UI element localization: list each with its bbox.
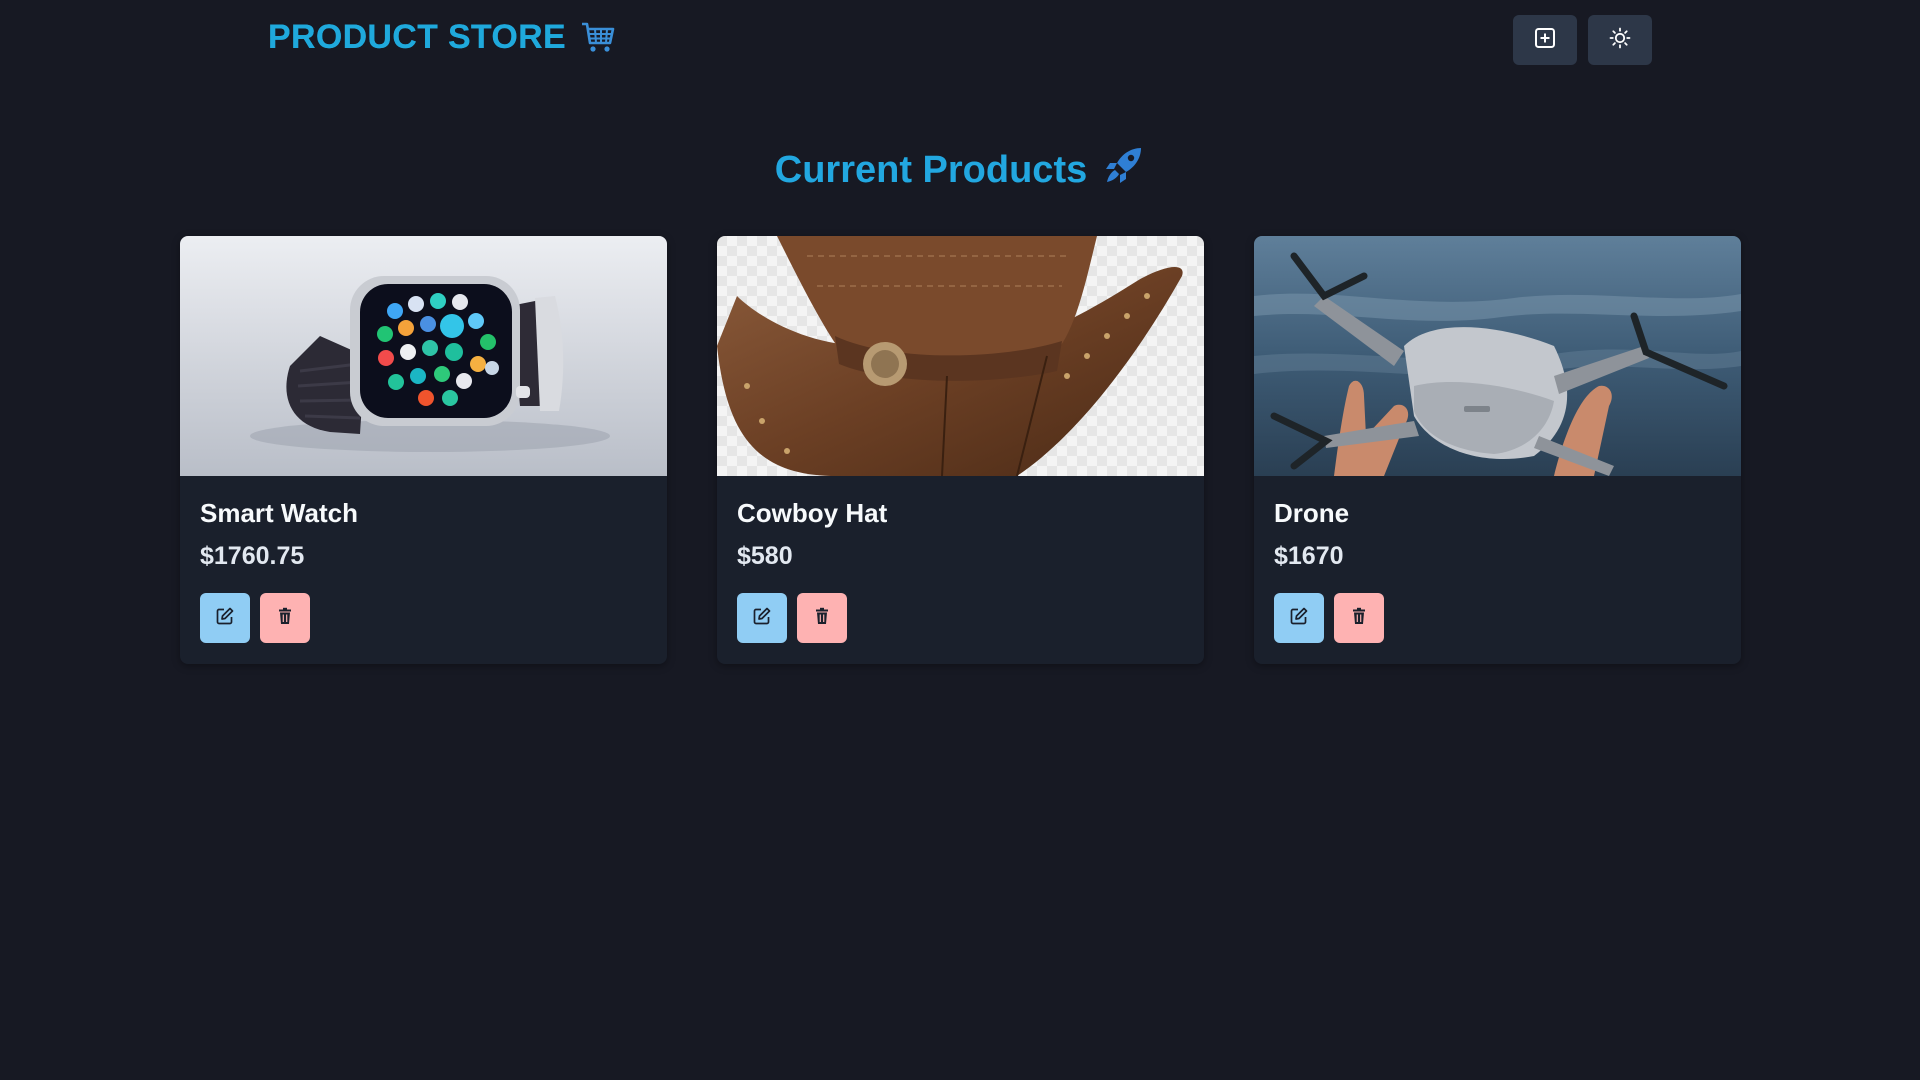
product-card: Drone $1670 [1254,236,1741,664]
page-title-text: Current Products [774,148,1088,191]
edit-button[interactable] [737,593,787,643]
product-grid: Smart Watch $1760.75 Cowboy Hat $580 Dro… [180,236,1741,664]
edit-icon [1289,606,1309,631]
shopping-cart-icon [580,21,616,55]
product-price: $580 [737,542,793,570]
nav-actions [1513,15,1652,65]
theme-toggle-button[interactable] [1588,15,1652,65]
trash-icon [1349,606,1369,631]
create-product-button[interactable] [1513,15,1577,65]
plus-square-icon [1533,26,1557,55]
product-image-drone [1254,236,1741,476]
product-actions [737,593,847,643]
product-name: Smart Watch [200,498,358,528]
trash-icon [812,606,832,631]
product-name: Drone [1274,498,1350,528]
edit-button[interactable] [1274,593,1324,643]
delete-button[interactable] [1334,593,1384,643]
product-actions [1274,593,1384,643]
product-name: Cowboy Hat [737,498,888,528]
edit-button[interactable] [200,593,250,643]
edit-icon [215,606,235,631]
delete-button[interactable] [260,593,310,643]
product-actions [200,593,310,643]
sun-icon [1608,26,1632,55]
delete-button[interactable] [797,593,847,643]
product-image-smart-watch [180,236,667,476]
edit-icon [752,606,772,631]
page-title: Current Products [0,144,1920,196]
product-price: $1670 [1274,542,1344,570]
product-card: Smart Watch $1760.75 [180,236,667,664]
trash-icon [275,606,295,631]
product-card: Cowboy Hat $580 [717,236,1204,664]
brand-title: PRODUCT STORE [268,18,566,56]
product-image-cowboy-hat [717,236,1204,476]
rocket-icon [1103,144,1145,196]
navbar: PRODUCT STORE [0,0,1920,82]
product-price: $1760.75 [200,542,305,570]
brand-link[interactable]: PRODUCT STORE [268,18,616,57]
